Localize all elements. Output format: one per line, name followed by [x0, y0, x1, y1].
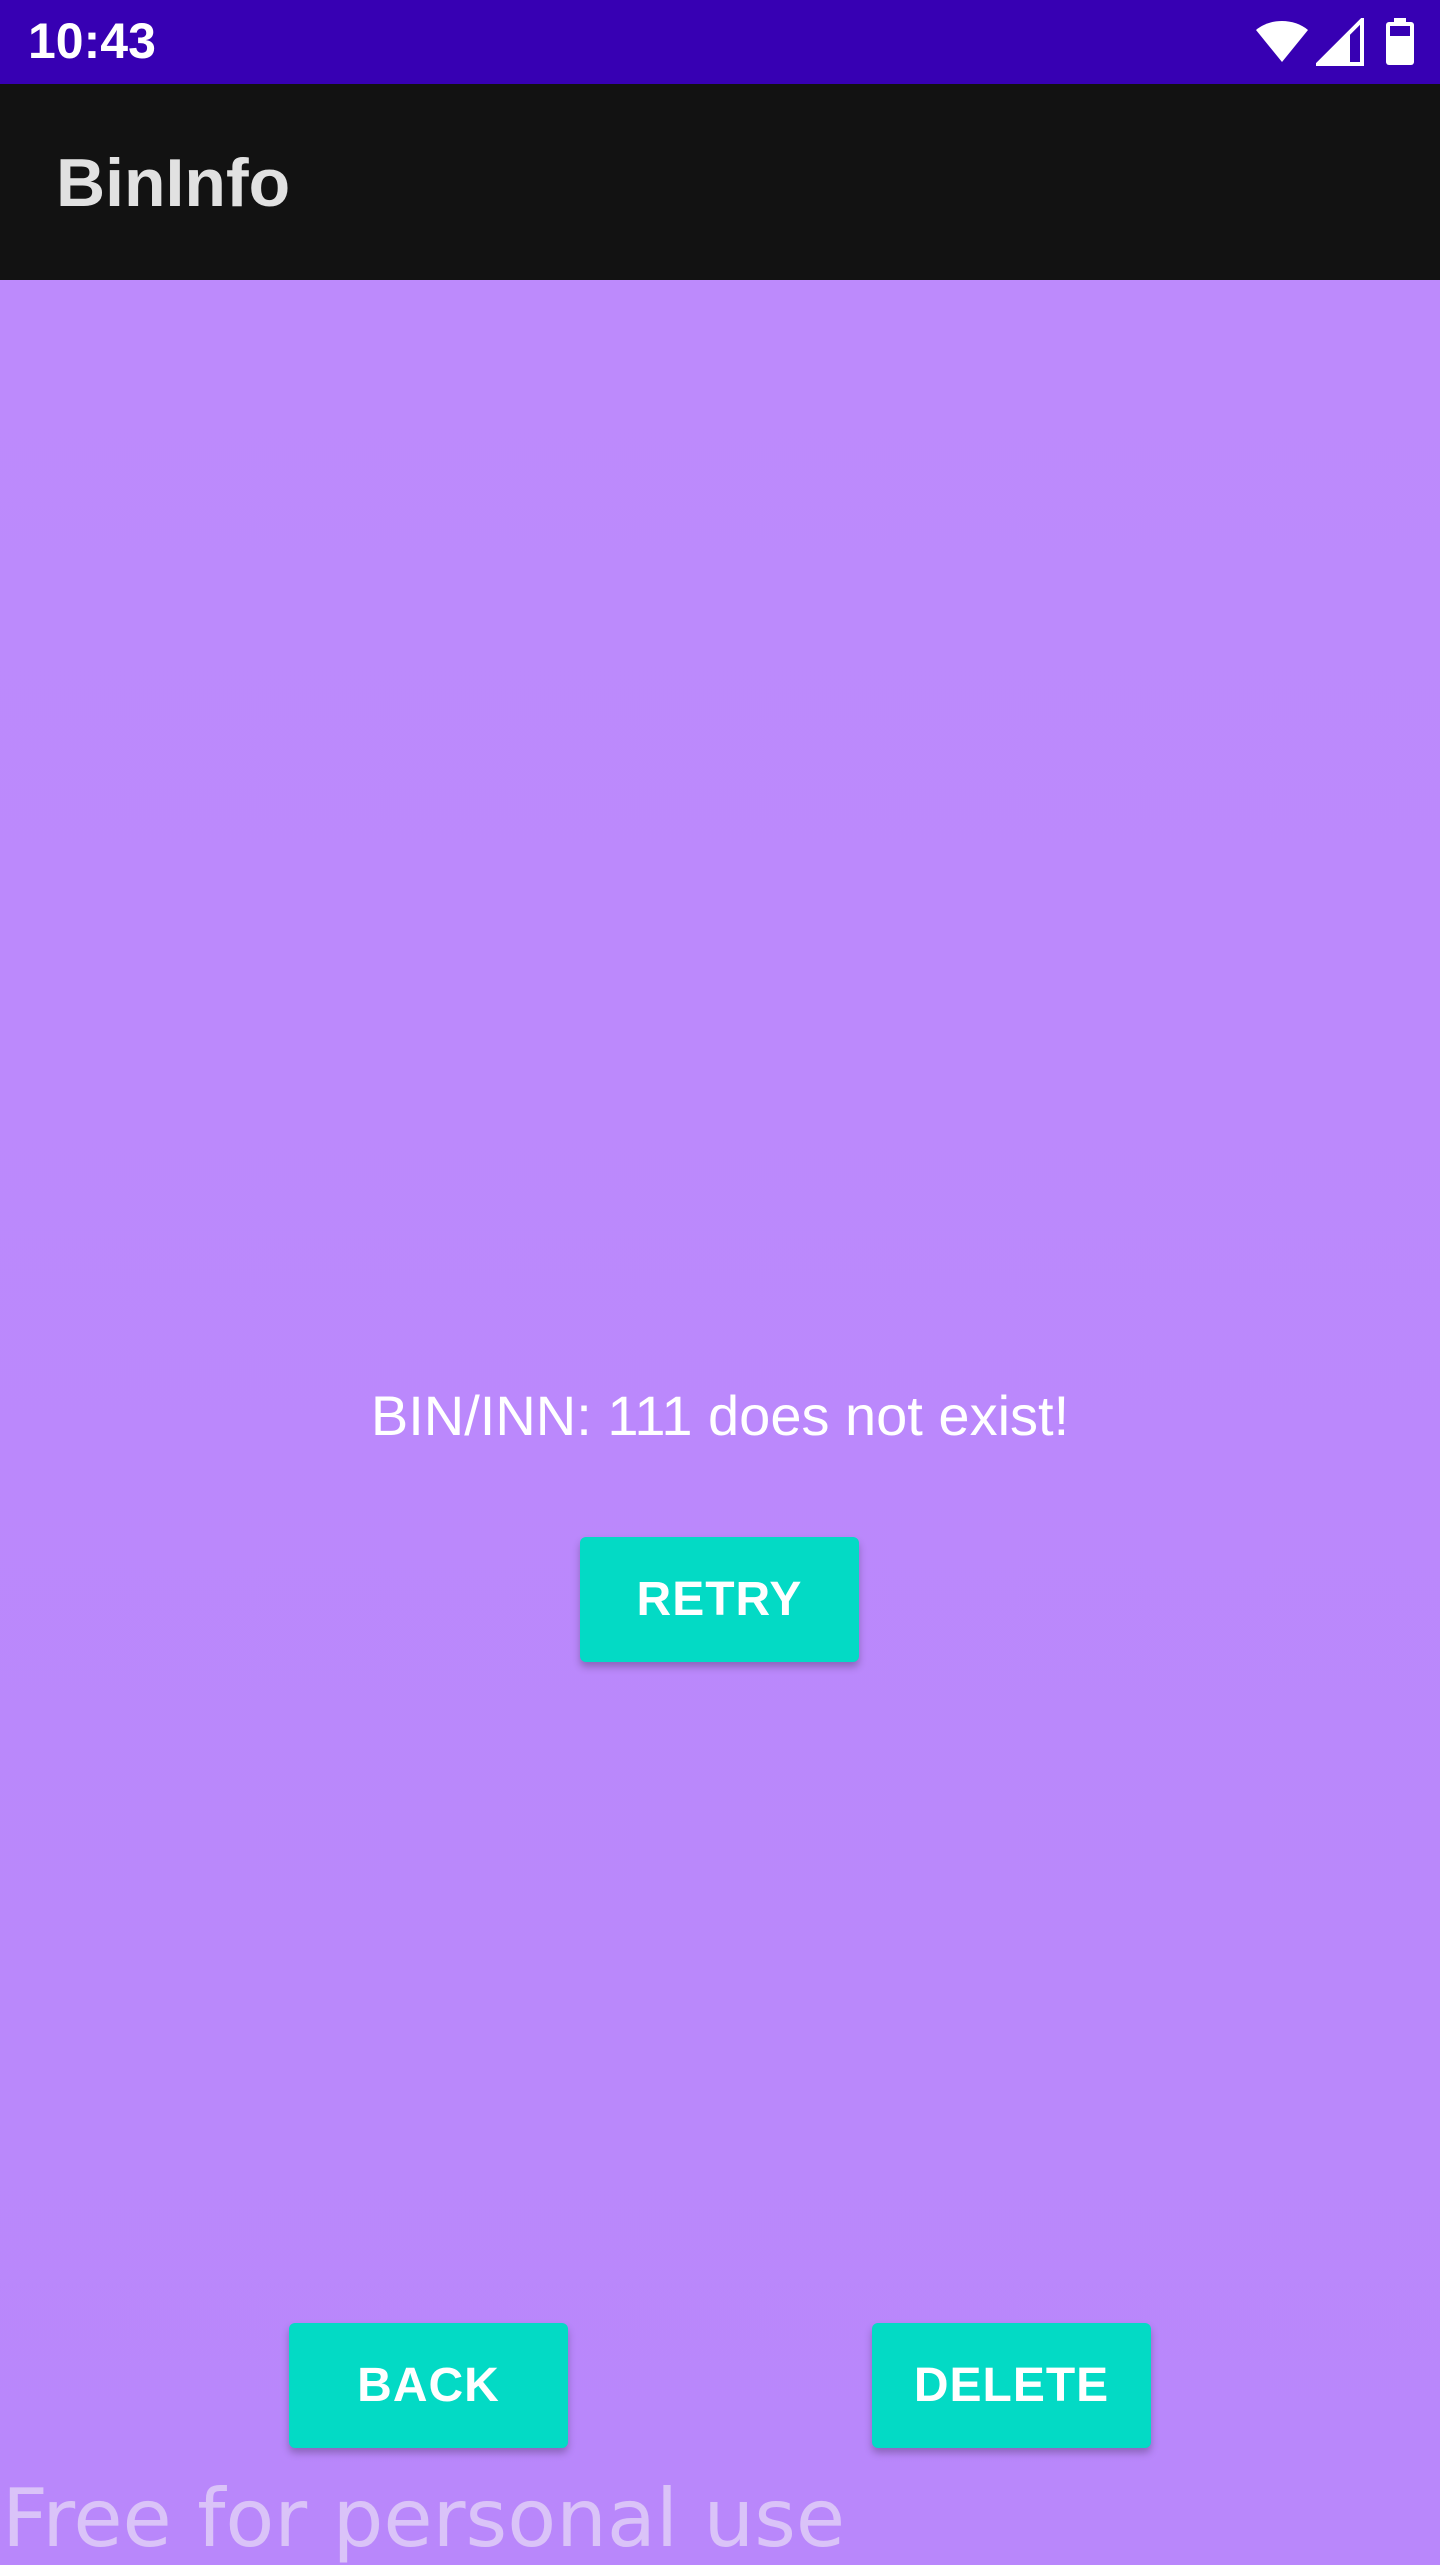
- app-title: BinInfo: [56, 145, 291, 221]
- status-icons: [1254, 18, 1416, 66]
- status-bar: 10:43: [0, 0, 1440, 84]
- app-bar: BinInfo: [0, 84, 1440, 280]
- retry-button[interactable]: RETRY: [580, 1537, 859, 1662]
- status-time: 10:43: [28, 13, 156, 69]
- wifi-icon: [1256, 21, 1308, 62]
- back-button[interactable]: BACK: [289, 2323, 568, 2448]
- error-message: BIN/INN: 111 does not exist!: [370, 1384, 1070, 1447]
- cellular-signal-icon: [1316, 18, 1364, 66]
- watermark: Free for personal use: [2, 2472, 846, 2565]
- delete-button[interactable]: DELETE: [872, 2323, 1151, 2448]
- battery-icon: [1386, 18, 1414, 65]
